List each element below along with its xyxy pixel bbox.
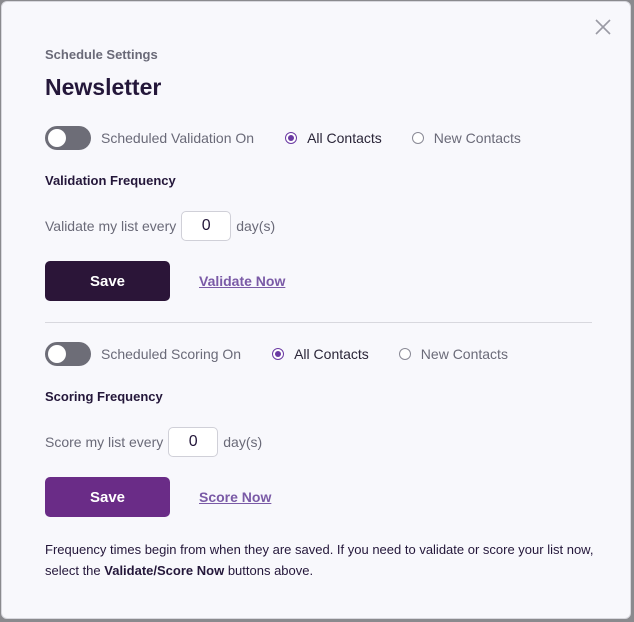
validation-days-input[interactable] — [181, 211, 232, 241]
toggle-knob — [48, 345, 66, 363]
scoring-frequency-row: Score my list every day(s) — [45, 427, 262, 457]
scoring-options-row: Scheduled Scoring On All Contacts New Co… — [45, 342, 508, 366]
toggle-knob — [48, 129, 66, 147]
scoring-frequency-heading: Scoring Frequency — [45, 389, 163, 404]
modal-title: Newsletter — [45, 74, 162, 100]
validation-frequency-heading: Validation Frequency — [45, 173, 176, 188]
scoring-toggle-label: Scheduled Scoring On — [101, 346, 242, 362]
scoring-radio-new[interactable]: New Contacts — [398, 346, 508, 362]
scoring-frequency-suffix: day(s) — [223, 434, 263, 450]
section-divider — [45, 322, 592, 323]
scoring-radio-new-label: New Contacts — [420, 346, 508, 362]
modal-eyebrow: Schedule Settings — [45, 47, 158, 62]
scoring-radio-all-label: All Contacts — [294, 346, 369, 362]
score-now-link[interactable]: Score Now — [199, 489, 271, 505]
validation-options-row: Scheduled Validation On All Contacts New… — [45, 126, 521, 150]
validate-now-link[interactable]: Validate Now — [199, 273, 285, 289]
scoring-radio-all[interactable]: All Contacts — [272, 346, 369, 362]
validation-toggle[interactable] — [45, 126, 91, 150]
radio-checked-icon — [285, 132, 298, 144]
footnote: Frequency times begin from when they are… — [45, 539, 605, 581]
scoring-save-button[interactable]: Save — [45, 477, 170, 517]
schedule-settings-modal: Schedule Settings Newsletter Scheduled V… — [1, 1, 631, 619]
validation-radio-new-label: New Contacts — [433, 130, 521, 146]
validation-frequency-prefix: Validate my list every — [45, 218, 177, 234]
validation-radio-all[interactable]: All Contacts — [285, 130, 382, 146]
radio-unchecked-icon — [411, 132, 424, 144]
footnote-bold: Validate/Score Now — [104, 563, 225, 578]
radio-checked-icon — [272, 348, 285, 360]
footnote-text-2: buttons above. — [224, 563, 314, 578]
scoring-toggle[interactable] — [45, 342, 91, 366]
validation-save-button[interactable]: Save — [45, 261, 170, 301]
validation-radio-all-label: All Contacts — [307, 130, 382, 146]
scoring-days-input[interactable] — [168, 427, 219, 457]
scoring-frequency-prefix: Score my list every — [45, 434, 164, 450]
validation-toggle-label: Scheduled Validation On — [101, 130, 255, 146]
validation-radio-new[interactable]: New Contacts — [411, 130, 521, 146]
close-icon[interactable] — [594, 18, 612, 36]
validation-frequency-suffix: day(s) — [236, 218, 276, 234]
validation-frequency-row: Validate my list every day(s) — [45, 211, 275, 241]
radio-unchecked-icon — [398, 348, 411, 360]
